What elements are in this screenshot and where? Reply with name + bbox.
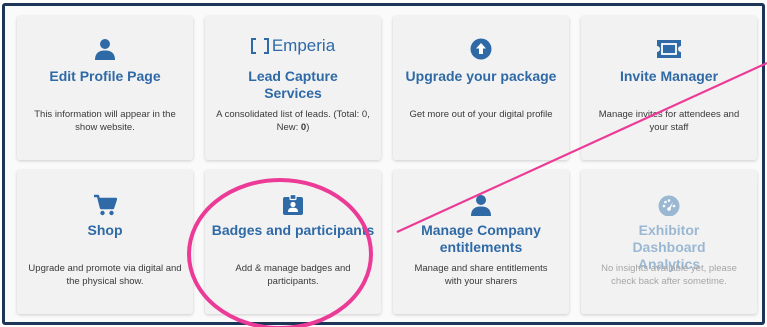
card-invite-manager[interactable]: Invite Manager Manage invites for attend… (581, 16, 757, 160)
lead-summary-suffix: ) (306, 122, 310, 133)
upload-circle-icon (393, 38, 569, 60)
card-manage-company-entitlements[interactable]: Manage Company entitlements Manage and s… (393, 170, 569, 314)
card-lead-capture-services[interactable]: Emperia Lead Capture Services A consolid… (205, 16, 381, 160)
card-title: Badges and participants (211, 222, 375, 238)
card-exhibitor-dashboard-analytics: Exhibitor Dashboard Analytics No insight… (581, 170, 757, 314)
card-description: Manage and share entitlements with your … (414, 263, 548, 287)
card-title: Lead Capture Services (248, 68, 338, 101)
person-icon (17, 38, 193, 60)
card-description: Upgrade and promote via digital and the … (28, 263, 182, 287)
card-title: Upgrade your package (405, 68, 557, 84)
card-title: Invite Manager (619, 68, 719, 84)
card-title: Edit Profile Page (49, 68, 161, 84)
card-description: No insights available yet, please check … (601, 263, 737, 287)
card-description: Add & manage badges and participants. (235, 263, 351, 287)
lead-summary-text: A consolidated list of leads. (Total: 0,… (216, 109, 370, 133)
cart-icon (17, 194, 193, 216)
ticket-icon (581, 38, 757, 60)
speedometer-icon (581, 194, 757, 216)
emperia-logo-text: Emperia (271, 36, 336, 55)
card-title: Shop (87, 222, 123, 238)
emperia-logo: Emperia (205, 36, 381, 56)
card-upgrade-package[interactable]: Upgrade your package Get more out of you… (393, 16, 569, 160)
card-description: Get more out of your digital profile (409, 109, 553, 120)
dashboard-frame: Edit Profile Page This information will … (2, 3, 765, 325)
card-description: This information will appear in the show… (34, 109, 176, 133)
card-title: Manage Company entitlements (421, 222, 541, 255)
card-description: Manage invites for attendees and your st… (598, 109, 740, 133)
card-description: A consolidated list of leads. (Total: 0,… (213, 108, 373, 134)
card-shop[interactable]: Shop Upgrade and promote via digital and… (17, 170, 193, 314)
card-badges-and-participants[interactable]: Badges and participants Add & manage bad… (205, 170, 381, 314)
card-edit-profile-page[interactable]: Edit Profile Page This information will … (17, 16, 193, 160)
person-icon (393, 194, 569, 216)
badge-icon (205, 194, 381, 216)
